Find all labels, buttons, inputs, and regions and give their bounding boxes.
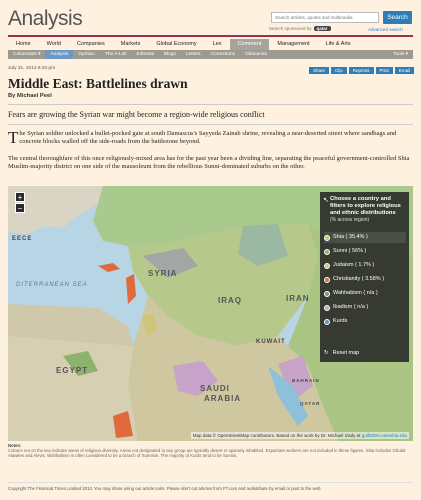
filter-judaism[interactable]: Judaism ( 1.7% ) — [324, 260, 406, 271]
nav-home[interactable]: Home — [8, 39, 39, 50]
shia-swatch-icon — [324, 234, 330, 241]
search-button[interactable]: Search — [383, 11, 412, 24]
reset-icon: ↻ — [324, 349, 329, 356]
zoom-out-button[interactable]: − — [15, 203, 25, 213]
article-byline: By Michael Peel — [8, 93, 52, 99]
site-logo[interactable]: Analysis — [8, 7, 83, 31]
filter-ibadism[interactable]: Ibadism ( n/a ) — [324, 302, 406, 313]
map-label-bahrain: BAHRAIN — [292, 378, 320, 383]
religion-map[interactable]: + − EECE DITERRANEAN SEA SYRIA IRAQ IRAN… — [8, 186, 413, 441]
article-standfirst: Fears are growing the Syrian war might b… — [8, 110, 265, 119]
filter-shia[interactable]: Shia ( 35.4% ) — [324, 232, 406, 243]
nav-life-arts[interactable]: Life & Arts — [318, 39, 359, 50]
map-label-qatar: QATAR — [300, 401, 321, 406]
nav-divider — [8, 35, 413, 37]
judaism-swatch-icon — [324, 262, 330, 269]
subnav-opinion[interactable]: Opinion — [73, 50, 100, 59]
divider — [8, 124, 413, 125]
map-label-iraq: IRAQ — [218, 296, 242, 305]
email-button[interactable]: Email — [394, 67, 415, 74]
top-navigation: Home World Companies Markets Global Econ… — [8, 39, 413, 50]
map-label-syria: SYRIA — [148, 269, 178, 278]
map-label-saudi: SAUDI — [200, 384, 230, 393]
nav-companies[interactable]: Companies — [69, 39, 113, 50]
filter-sunni[interactable]: Sunni ( 56% ) — [324, 246, 406, 257]
share-button[interactable]: Share — [309, 67, 330, 74]
subnav-editorial[interactable]: Editorial — [132, 50, 159, 59]
pointer-icon: ↖ — [323, 197, 329, 204]
subnav-columnists[interactable]: Columnists ▾ — [8, 50, 45, 59]
sunni-swatch-icon — [324, 248, 330, 255]
christianity-swatch-icon — [324, 276, 330, 283]
map-label-arabia: ARABIA — [204, 394, 242, 403]
page-footer: Copyright The Financial Times Limited 20… — [8, 482, 413, 491]
subnav-analysis[interactable]: Analysis — [45, 50, 74, 59]
subnav-a-list[interactable]: The A-List — [100, 50, 132, 59]
map-credits: Map data © OpenStreetMap contributors. B… — [190, 432, 409, 439]
paragraph-text: he Syrian soldier unlocked a bullet-pock… — [19, 130, 397, 145]
subnav-obituaries[interactable]: Obituaries — [240, 50, 272, 59]
nav-lex[interactable]: Lex — [205, 39, 230, 50]
article-paragraph: The Syrian soldier unlocked a bullet-poc… — [8, 128, 413, 147]
drop-cap: T — [8, 128, 19, 147]
map-label-kuwait: KUWAIT — [256, 339, 286, 345]
divider — [8, 104, 413, 105]
zoom-in-button[interactable]: + — [15, 192, 25, 202]
map-label-greece: EECE — [12, 236, 33, 242]
reset-map-button[interactable]: ↻ Reset map — [324, 347, 406, 358]
ibadism-swatch-icon — [324, 304, 330, 311]
map-label-egypt: EGYPT — [56, 366, 89, 375]
sponsor-text: Search sponsored by — [269, 26, 312, 31]
map-notes: Notes: Colours not on the key indicate ar… — [8, 443, 413, 458]
sub-navigation: Columnists ▾ Analysis Opinion The A-List… — [8, 50, 413, 59]
nav-world[interactable]: World — [39, 39, 69, 50]
filter-christianity[interactable]: Christianity ( 3.58% ) — [324, 274, 406, 285]
filter-panel: ↖ Choose a country and filters to explor… — [320, 192, 409, 362]
article-headline: Middle East: Battlelines drawn — [8, 76, 188, 91]
subnav-blogs[interactable]: Blogs — [159, 50, 181, 59]
advanced-search-link[interactable]: Advanced search — [368, 27, 403, 32]
filter-wahhabism[interactable]: Wahhabism ( n/a ) — [324, 288, 406, 299]
search-input[interactable]: Search articles, quotes and multimedia — [271, 12, 379, 23]
subnav-corrections[interactable]: Corrections — [206, 50, 241, 59]
nav-comment[interactable]: Comment — [229, 39, 270, 50]
map-label-mediterranean: DITERRANEAN SEA — [16, 282, 88, 288]
filter-kurds[interactable]: Kurds — [324, 316, 406, 327]
wahhabism-swatch-icon — [324, 290, 330, 297]
print-button[interactable]: Print — [375, 67, 393, 74]
article-paragraph: The central thoroughfare of this once re… — [8, 155, 410, 170]
nav-markets[interactable]: Markets — [113, 39, 149, 50]
kurds-swatch-icon — [324, 318, 330, 325]
share-toolbar: Share Clip Reprints Print Email — [309, 67, 415, 74]
panel-title: Choose a country and filters to explore … — [330, 196, 401, 216]
subnav-letters[interactable]: Letters — [181, 50, 206, 59]
sponsor-logo[interactable]: qatar — [313, 26, 331, 31]
map-label-iran: IRAN — [286, 294, 310, 303]
panel-subtitle: (% across region) — [330, 217, 370, 223]
clip-button[interactable]: Clip — [331, 67, 347, 74]
nav-global-economy[interactable]: Global Economy — [148, 39, 204, 50]
nav-management[interactable]: Management — [269, 39, 317, 50]
article-dateline: July 31, 2013 6:34 pm — [8, 66, 56, 71]
reprints-button[interactable]: Reprints — [348, 67, 374, 74]
copyright-text[interactable]: Copyright The Financial Times Limited 20… — [8, 486, 322, 491]
subnav-tools[interactable]: Tools ▾ — [388, 50, 413, 59]
credits-link[interactable]: gulf2000.columbia.edu — [362, 433, 407, 438]
notes-text: Colours not on the key indicate areas of… — [8, 448, 407, 458]
